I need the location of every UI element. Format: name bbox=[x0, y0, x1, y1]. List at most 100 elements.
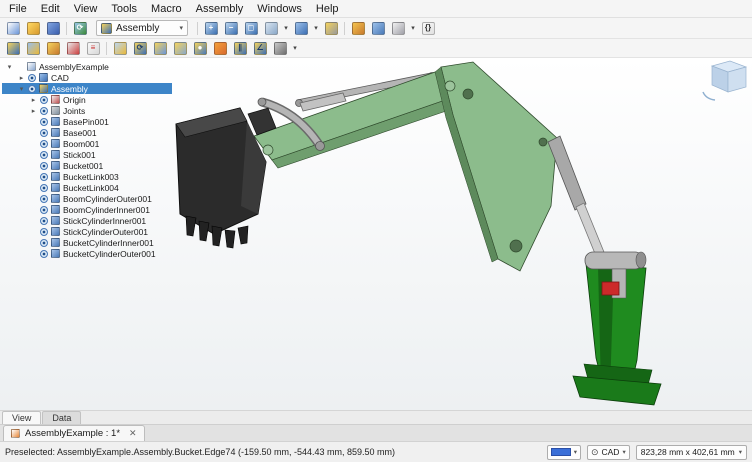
document-tab[interactable]: AssemblyExample : 1* ✕ bbox=[3, 425, 145, 441]
toolbar-file-view: ⟳ Assembly ▾ + − ◻ ▾ bbox=[0, 18, 752, 39]
create-revolute-joint-icon[interactable]: ⟳ bbox=[130, 40, 150, 57]
tree-item-boomcylinderouter001[interactable]: BoomCylinderOuter001 bbox=[2, 193, 172, 204]
tree-item-bucketcylinderouter001[interactable]: BucketCylinderOuter001 bbox=[2, 248, 172, 259]
color-selector[interactable]: ▾ bbox=[547, 445, 581, 460]
visibility-eye-icon[interactable] bbox=[40, 140, 48, 148]
tree-item-boom001[interactable]: Boom001 bbox=[2, 138, 172, 149]
toolbar-button[interactable] bbox=[63, 20, 70, 37]
tree-item-bucketlink004[interactable]: BucketLink004 bbox=[2, 182, 172, 193]
create-group-icon[interactable] bbox=[368, 20, 388, 37]
tree-item-basepin001[interactable]: BasePin001 bbox=[2, 116, 172, 127]
menu-macro[interactable]: Macro bbox=[144, 2, 189, 16]
visibility-eye-icon[interactable] bbox=[28, 85, 36, 93]
menu-windows[interactable]: Windows bbox=[250, 2, 309, 16]
expand-arrow-icon[interactable]: ▸ bbox=[18, 74, 25, 82]
tree-item-bucketlink003[interactable]: BucketLink003 bbox=[2, 171, 172, 182]
tree-item-bucket001[interactable]: Bucket001 bbox=[2, 160, 172, 171]
draw-style-icon[interactable] bbox=[261, 20, 281, 37]
menu-view[interactable]: View bbox=[67, 2, 105, 16]
tree-item-bucketcylinderinner001[interactable]: BucketCylinderInner001 bbox=[2, 237, 172, 248]
expand-arrow-icon[interactable]: ▸ bbox=[30, 96, 37, 104]
item-type-icon bbox=[39, 84, 48, 93]
refresh-icon[interactable]: ⟳ bbox=[70, 20, 90, 37]
menu-tools[interactable]: Tools bbox=[104, 2, 144, 16]
visibility-eye-icon[interactable] bbox=[40, 151, 48, 159]
tree-item-joints[interactable]: ▸ Joints bbox=[2, 105, 172, 116]
visibility-eye-icon[interactable] bbox=[40, 239, 48, 247]
windows-icon[interactable] bbox=[388, 20, 408, 37]
visibility-eye-icon[interactable] bbox=[40, 206, 48, 214]
macro-braces-icon[interactable]: {} bbox=[418, 20, 438, 37]
toolbar-button[interactable] bbox=[103, 40, 110, 57]
create-distance-joint-icon[interactable] bbox=[210, 40, 230, 57]
visibility-eye-icon[interactable] bbox=[28, 74, 36, 82]
create-part-icon[interactable] bbox=[348, 20, 368, 37]
item-type-icon bbox=[39, 73, 48, 82]
menu-help[interactable]: Help bbox=[309, 2, 346, 16]
visibility-eye-icon[interactable] bbox=[40, 184, 48, 192]
visibility-eye-icon[interactable] bbox=[40, 250, 48, 258]
new-document-icon[interactable] bbox=[3, 20, 23, 37]
visibility-eye-icon[interactable] bbox=[40, 162, 48, 170]
assembly-menu-caret[interactable]: ▾ bbox=[290, 40, 300, 57]
document-tab-label: AssemblyExample : 1* bbox=[25, 428, 120, 439]
toggle-grounded-icon[interactable] bbox=[270, 40, 290, 57]
expand-arrow-icon[interactable]: ▾ bbox=[6, 63, 13, 71]
measure-icon[interactable] bbox=[321, 20, 341, 37]
windows-caret[interactable]: ▾ bbox=[408, 20, 418, 37]
create-slider-joint-icon[interactable] bbox=[170, 40, 190, 57]
create-fixed-joint-icon[interactable] bbox=[110, 40, 130, 57]
tree-item-assemblyexample[interactable]: ▾ AssemblyExample bbox=[2, 61, 172, 72]
menu-file[interactable]: File bbox=[2, 2, 34, 16]
tree-item-cad[interactable]: ▸ CAD bbox=[2, 72, 172, 83]
visibility-eye-icon[interactable] bbox=[40, 217, 48, 225]
expand-arrow-icon[interactable]: ▸ bbox=[30, 107, 37, 115]
create-assembly-icon[interactable] bbox=[3, 40, 23, 57]
tree-item-assembly[interactable]: ▾ Assembly bbox=[2, 83, 172, 94]
open-document-icon[interactable] bbox=[23, 20, 43, 37]
zoom-fit-icon[interactable]: ◻ bbox=[241, 20, 261, 37]
tree-item-boomcylinderinner001[interactable]: BoomCylinderInner001 bbox=[2, 204, 172, 215]
chevron-down-icon: ▾ bbox=[179, 24, 183, 32]
close-icon[interactable]: ✕ bbox=[129, 428, 137, 439]
zoom-in-icon[interactable]: + bbox=[201, 20, 221, 37]
viewport-dimensions[interactable]: 823,28 mm x 402,61 mm ▾ bbox=[636, 445, 747, 460]
visibility-eye-icon[interactable] bbox=[40, 96, 48, 104]
std-views-caret[interactable]: ▾ bbox=[311, 20, 321, 37]
item-type-icon bbox=[51, 194, 60, 203]
toolbar-button[interactable] bbox=[341, 20, 348, 37]
new-body-icon[interactable] bbox=[43, 40, 63, 57]
visibility-eye-icon[interactable] bbox=[40, 107, 48, 115]
menu-edit[interactable]: Edit bbox=[34, 2, 67, 16]
visibility-eye-icon[interactable] bbox=[40, 118, 48, 126]
tree-item-stick001[interactable]: Stick001 bbox=[2, 149, 172, 160]
zoom-out-icon[interactable]: − bbox=[221, 20, 241, 37]
save-document-icon[interactable] bbox=[43, 20, 63, 37]
panel-tab-view[interactable]: View bbox=[2, 411, 41, 424]
visibility-eye-icon[interactable] bbox=[40, 228, 48, 236]
navigation-style-selector[interactable]: ⊙ CAD ▾ bbox=[587, 445, 630, 460]
panel-tab-data[interactable]: Data bbox=[42, 411, 81, 424]
create-parallel-joint-icon[interactable]: ∥ bbox=[230, 40, 250, 57]
bill-of-materials-icon[interactable]: ≡ bbox=[83, 40, 103, 57]
create-ball-joint-icon[interactable]: ● bbox=[190, 40, 210, 57]
toolbar-button[interactable] bbox=[194, 20, 201, 37]
isometric-view-icon[interactable] bbox=[291, 20, 311, 37]
tree-item-base001[interactable]: Base001 bbox=[2, 127, 172, 138]
new-sketch-icon[interactable] bbox=[63, 40, 83, 57]
expand-arrow-icon[interactable]: ▾ bbox=[18, 85, 25, 93]
tree-item-stickcylinderouter001[interactable]: StickCylinderOuter001 bbox=[2, 226, 172, 237]
menu-assembly[interactable]: Assembly bbox=[189, 2, 251, 16]
create-cylindrical-joint-icon[interactable] bbox=[150, 40, 170, 57]
visibility-eye-icon[interactable] bbox=[40, 129, 48, 137]
menu-bar: FileEditViewToolsMacroAssemblyWindowsHel… bbox=[0, 0, 752, 18]
visibility-eye-icon[interactable] bbox=[40, 195, 48, 203]
create-angle-joint-icon[interactable]: ∠ bbox=[250, 40, 270, 57]
tree-item-origin[interactable]: ▸ Origin bbox=[2, 94, 172, 105]
visibility-eye-icon[interactable] bbox=[40, 173, 48, 181]
tree-item-label: StickCylinderInner001 bbox=[63, 216, 149, 226]
draw-style-caret[interactable]: ▾ bbox=[281, 20, 291, 37]
tree-item-stickcylinderinner001[interactable]: StickCylinderInner001 bbox=[2, 215, 172, 226]
workbench-selector[interactable]: Assembly ▾ bbox=[96, 20, 188, 36]
insert-component-icon[interactable] bbox=[23, 40, 43, 57]
